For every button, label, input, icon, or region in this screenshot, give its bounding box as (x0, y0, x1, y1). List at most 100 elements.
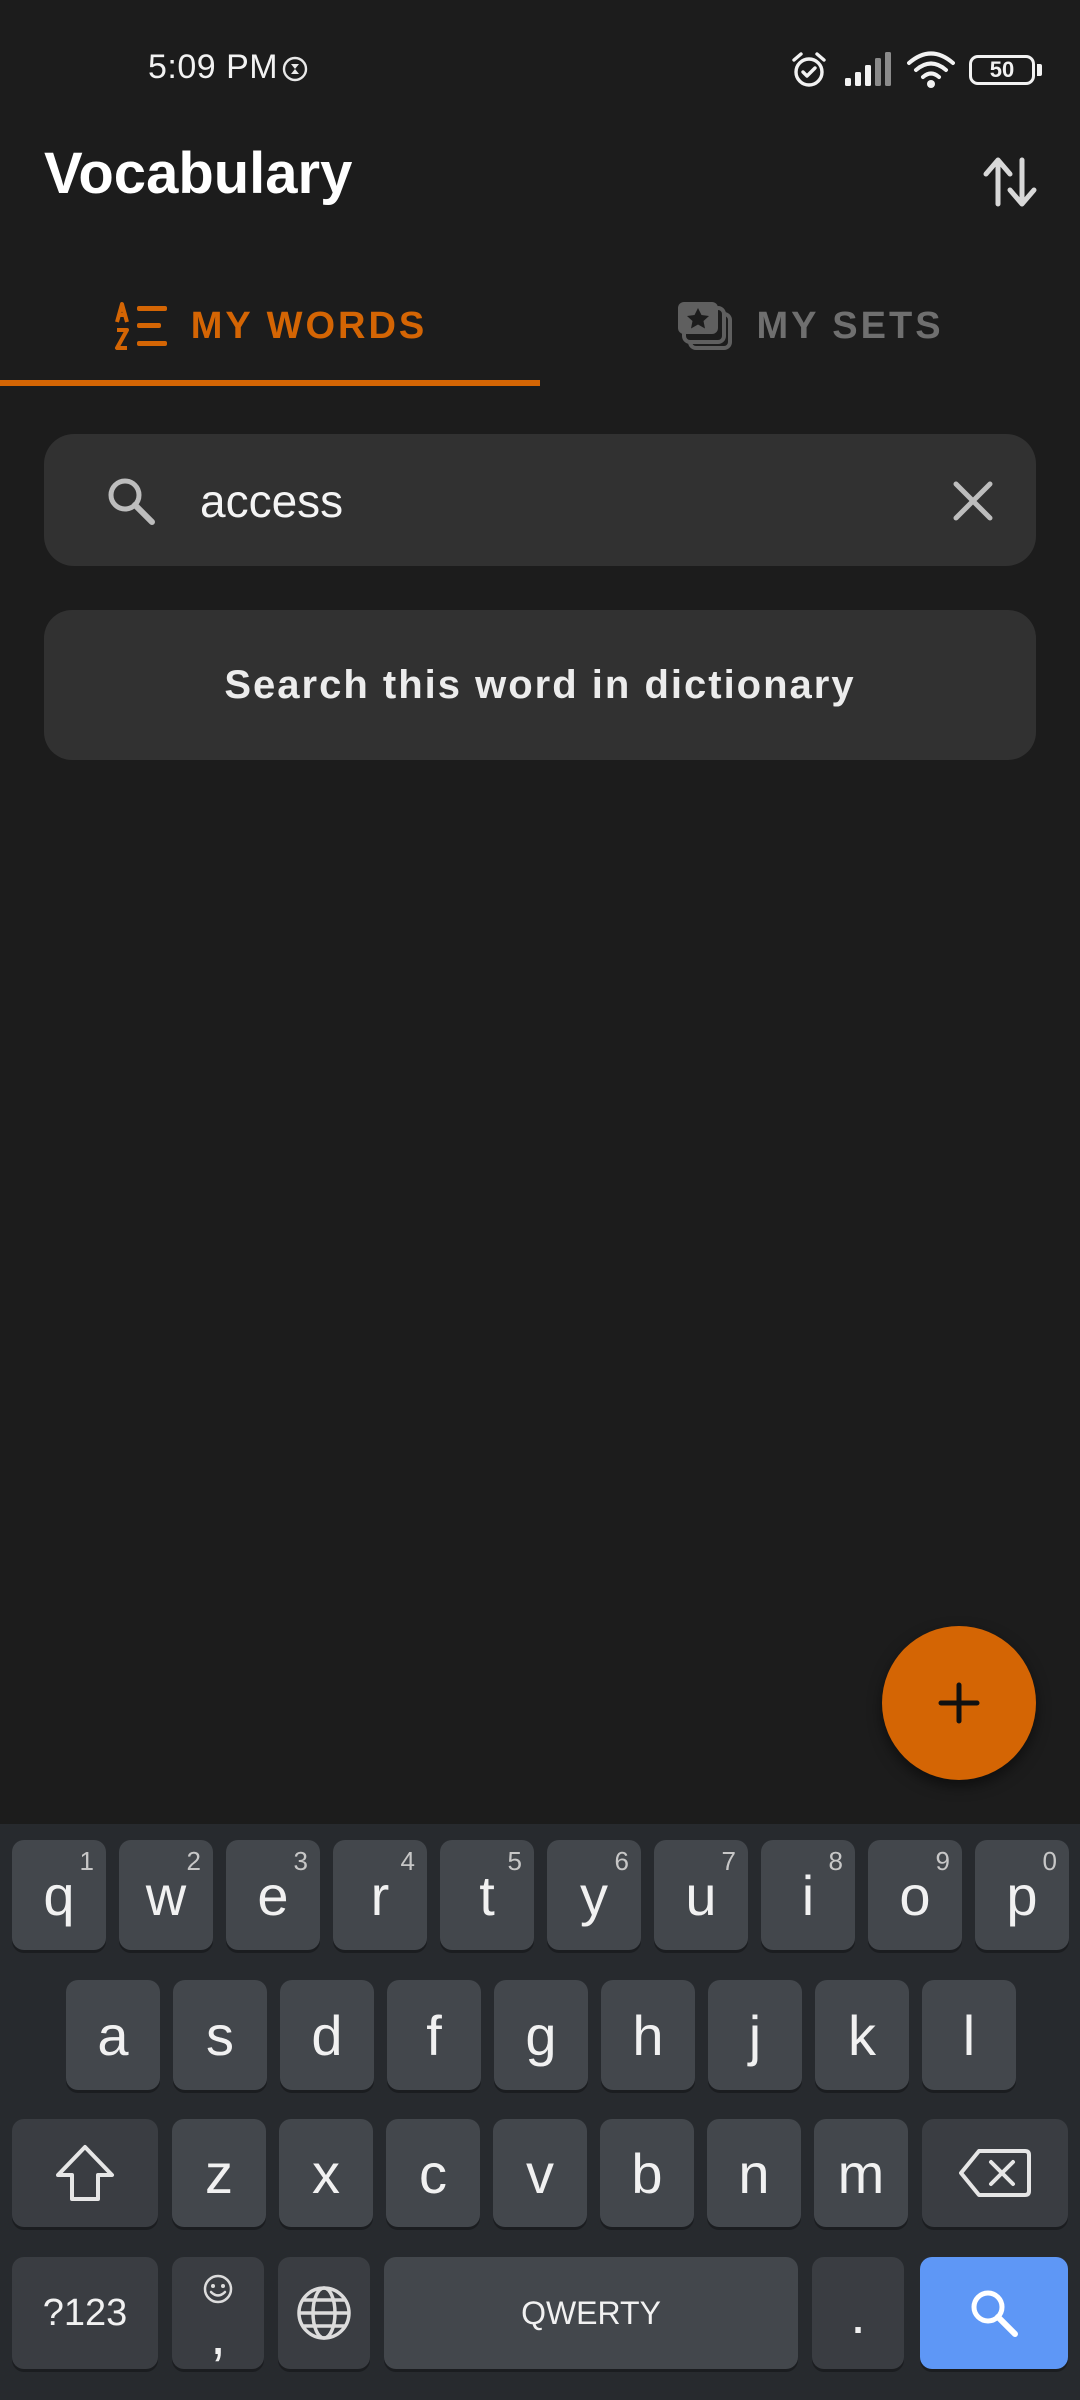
battery-icon: 50 (969, 55, 1035, 85)
signal-icon (845, 52, 891, 86)
space-key-label: QWERTY (521, 2294, 661, 2331)
search-dictionary-label: Search this word in dictionary (224, 662, 856, 707)
key-label: y (580, 1863, 608, 1927)
key-e[interactable]: e3 (226, 1840, 320, 1950)
comma-key-label: , (210, 2302, 226, 2366)
backspace-icon (959, 2149, 1031, 2197)
key-r[interactable]: r4 (333, 1840, 427, 1950)
cards-star-icon (678, 302, 733, 350)
key-label: o (899, 1863, 931, 1927)
key-hint: 7 (721, 1846, 736, 1876)
battery-level: 50 (989, 57, 1015, 82)
tab-bar: MY WORDS MY SETS (0, 262, 1080, 390)
tab-my-words[interactable]: MY WORDS (0, 262, 540, 390)
emoji-icon (203, 2274, 233, 2304)
key-label: q (43, 1863, 75, 1927)
key-hint: 1 (79, 1846, 94, 1876)
key-hint: 0 (1042, 1846, 1057, 1876)
key-label: m (837, 2141, 885, 2205)
tab-my-words-label: MY WORDS (190, 304, 428, 347)
key-v[interactable]: v (493, 2119, 587, 2227)
search-box (44, 434, 1036, 566)
key-k[interactable]: k (815, 1980, 909, 2090)
wifi-icon (907, 51, 955, 88)
key-a[interactable]: a (66, 1980, 160, 2090)
alarm-icon (792, 52, 826, 87)
symbols-key-label: ?123 (42, 2291, 128, 2334)
comma-key[interactable]: , (172, 2257, 264, 2369)
key-label: z (205, 2141, 233, 2205)
key-label: s (206, 2003, 234, 2067)
key-label: p (1006, 1863, 1038, 1927)
key-x[interactable]: x (279, 2119, 373, 2227)
active-tab-indicator (0, 380, 540, 386)
shift-key[interactable] (12, 2119, 158, 2227)
key-label: k (848, 2003, 876, 2067)
key-p[interactable]: p0 (975, 1840, 1069, 1950)
key-label: d (311, 2003, 343, 2067)
globe-icon (297, 2286, 351, 2340)
key-c[interactable]: c (386, 2119, 480, 2227)
sort-button[interactable] (974, 146, 1046, 218)
key-label: w (145, 1863, 187, 1927)
key-l[interactable]: l (922, 1980, 1016, 2090)
key-label: i (801, 1863, 815, 1927)
key-label: f (426, 2003, 442, 2067)
az-list-icon (114, 302, 167, 350)
sort-arrows-icon (983, 157, 1037, 207)
key-label: h (632, 2003, 664, 2067)
close-icon (953, 481, 993, 521)
key-label: n (738, 2141, 770, 2205)
search-icon (971, 2290, 1018, 2337)
key-o[interactable]: o9 (868, 1840, 962, 1950)
key-z[interactable]: z (172, 2119, 266, 2227)
key-hint: 9 (935, 1846, 950, 1876)
key-label: v (526, 2141, 554, 2205)
key-label: g (525, 2003, 557, 2067)
page-title: Vocabulary (44, 141, 353, 206)
soft-keyboard: q1w2e3r4t5y6u7i8o9p0 asdfghjkl zxcvbnm ?… (0, 1824, 1080, 2400)
search-input[interactable] (198, 460, 942, 542)
key-label: x (312, 2141, 340, 2205)
key-j[interactable]: j (708, 1980, 802, 2090)
key-hint: 2 (186, 1846, 201, 1876)
add-word-button[interactable] (882, 1626, 1036, 1780)
shift-icon (56, 2145, 114, 2201)
key-g[interactable]: g (494, 1980, 588, 2090)
key-label: t (479, 1863, 495, 1927)
key-h[interactable]: h (601, 1980, 695, 2090)
space-key[interactable]: QWERTY (384, 2257, 798, 2369)
tab-my-sets-label: MY SETS (756, 304, 944, 347)
key-u[interactable]: u7 (654, 1840, 748, 1950)
key-hint: 5 (507, 1846, 522, 1876)
key-label: u (685, 1863, 717, 1927)
key-label: r (370, 1863, 390, 1927)
key-t[interactable]: t5 (440, 1840, 534, 1950)
symbols-key[interactable]: ?123 (12, 2257, 158, 2369)
key-f[interactable]: f (387, 1980, 481, 2090)
clear-search-button[interactable] (948, 476, 998, 526)
key-label: c (419, 2141, 447, 2205)
key-m[interactable]: m (814, 2119, 908, 2227)
key-label: b (631, 2141, 663, 2205)
search-enter-key[interactable] (920, 2257, 1068, 2369)
tab-my-sets[interactable]: MY SETS (540, 262, 1080, 390)
search-dictionary-button[interactable]: Search this word in dictionary (44, 610, 1036, 760)
key-label: a (97, 2003, 129, 2067)
key-n[interactable]: n (707, 2119, 801, 2227)
key-i[interactable]: i8 (761, 1840, 855, 1950)
battery-tip (1037, 64, 1042, 76)
key-d[interactable]: d (280, 1980, 374, 2090)
key-b[interactable]: b (600, 2119, 694, 2227)
key-q[interactable]: q1 (12, 1840, 106, 1950)
period-key[interactable]: . (812, 2257, 904, 2369)
key-hint: 6 (614, 1846, 629, 1876)
language-key[interactable] (278, 2257, 370, 2369)
key-s[interactable]: s (173, 1980, 267, 2090)
key-y[interactable]: y6 (547, 1840, 641, 1950)
key-w[interactable]: w2 (119, 1840, 213, 1950)
search-icon (108, 478, 155, 525)
status-time: 5:09 PM (148, 48, 279, 86)
key-hint: 3 (293, 1846, 308, 1876)
backspace-key[interactable] (922, 2119, 1068, 2227)
